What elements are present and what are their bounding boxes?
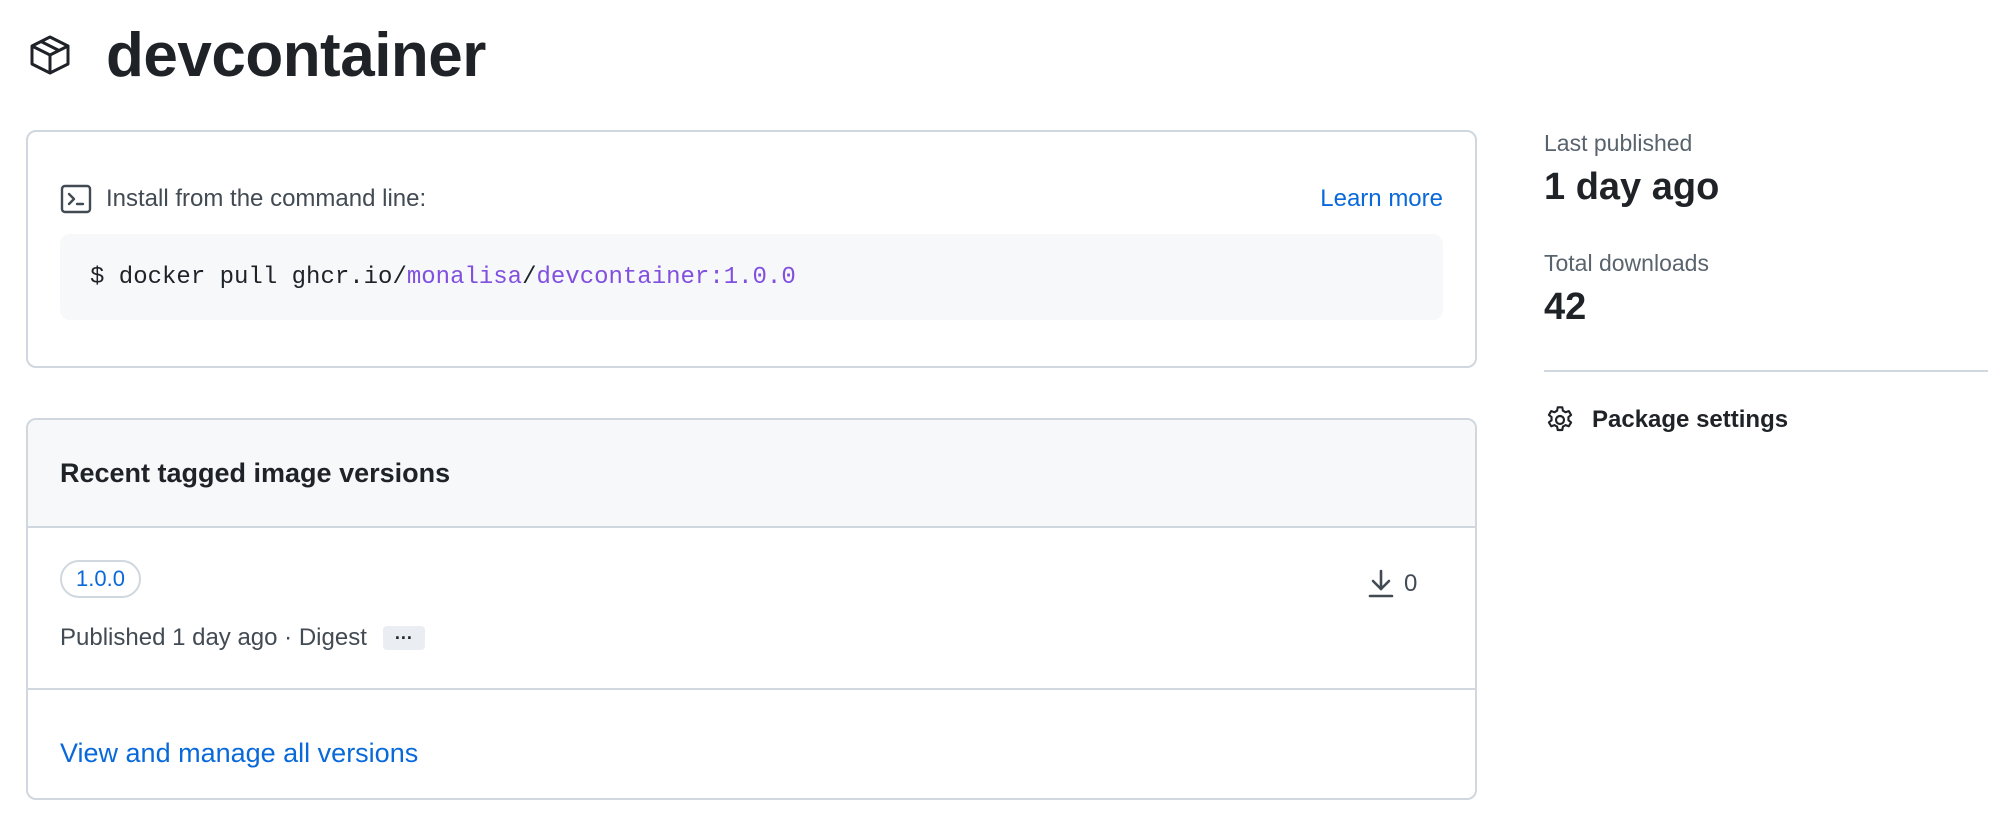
- install-header: Install from the command line: Learn mor…: [60, 182, 1443, 216]
- digest-expand-button[interactable]: ···: [382, 626, 425, 650]
- last-published-value: 1 day ago: [1544, 166, 1720, 208]
- learn-more-link[interactable]: Learn more: [1320, 185, 1443, 213]
- version-tag[interactable]: 1.0.0: [60, 560, 141, 598]
- last-published-label: Last published: [1544, 130, 1693, 156]
- version-downloads: 0: [1368, 568, 1417, 600]
- downloads-count: 0: [1404, 570, 1418, 597]
- install-panel: Install from the command line: Learn mor…: [26, 130, 1477, 368]
- command-owner: monalisa: [406, 263, 523, 291]
- install-label: Install from the command line:: [106, 185, 427, 212]
- versions-panel: Recent tagged image versions 1.0.0 Publi…: [26, 418, 1477, 800]
- page-header: devcontainer: [26, 20, 486, 90]
- sidebar-divider: [1544, 370, 1988, 372]
- download-icon: [1368, 568, 1394, 600]
- version-published-text: Published 1 day ago · Digest: [60, 624, 367, 651]
- view-all-versions-link[interactable]: View and manage all versions: [60, 738, 418, 769]
- total-downloads-value: 42: [1544, 286, 1587, 328]
- version-meta: Published 1 day ago · Digest ···: [60, 624, 425, 652]
- package-page: devcontainer Install from the command li…: [0, 0, 2016, 824]
- page-title: devcontainer: [106, 20, 486, 90]
- package-settings-label: Package settings: [1592, 406, 1789, 433]
- total-downloads-label: Total downloads: [1544, 250, 1709, 276]
- terminal-icon: [60, 182, 94, 216]
- command-separator: /: [522, 263, 537, 291]
- command-image: devcontainer:1.0.0: [536, 263, 796, 291]
- package-settings-link[interactable]: Package settings: [1544, 404, 1788, 436]
- gear-icon: [1544, 404, 1576, 436]
- command-prefix: $ docker pull ghcr.io/: [90, 263, 407, 291]
- version-row: 1.0.0 Published 1 day ago · Digest ··· 0: [28, 528, 1475, 690]
- versions-heading: Recent tagged image versions: [28, 420, 1475, 528]
- docker-pull-command[interactable]: $ docker pull ghcr.io/monalisa / devcontai…: [60, 234, 1443, 320]
- package-icon: [26, 30, 76, 80]
